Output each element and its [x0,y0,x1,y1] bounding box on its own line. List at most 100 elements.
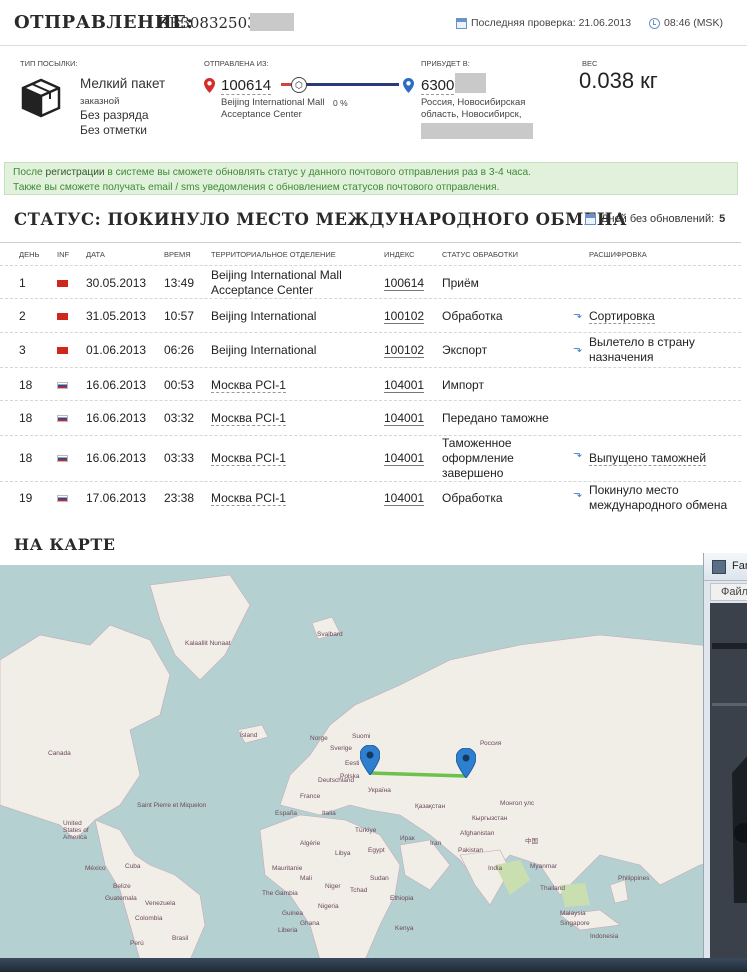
russia-flag-icon [57,415,68,422]
cell-status: Передано таможне [442,411,549,425]
cell-index-link[interactable]: 104001 [384,491,425,506]
menu-file[interactable]: Файл [710,583,747,601]
map-label: Thailand [540,885,565,892]
map-label: Tchad [350,887,368,894]
notice-pre: После [13,167,46,178]
map-label: Кыргызстан [472,815,508,822]
status-title: СТАТУС: ПОКИНУЛО МЕСТО МЕЖДУНАРОДНОГО ОБ… [14,210,627,229]
map-label: 中国 [525,838,538,845]
notice-post: в системе вы сможете обновлять статус у … [104,167,532,178]
table-row: 18 16.06.2013 03:33 Москва PCI-1 104001 … [0,435,741,481]
map-label: Malaysia [560,910,586,917]
tracking-table: ДЕНЬ INF ДАТА ВРЕМЯ ТЕРРИТОРИАЛЬНОЕ ОТДЕ… [0,242,741,512]
russia-flag-icon [57,382,68,389]
cell-day: 3 [19,343,26,357]
destination-map-marker-icon[interactable] [456,748,476,778]
cell-index-link[interactable]: 104001 [384,378,425,393]
cell-time: 03:33 [164,451,195,465]
registration-notice: После регистрации в системе вы сможете о… [4,162,738,195]
cell-time: 06:26 [164,343,195,357]
decode-arrow-icon: ⬎ [573,343,583,355]
origin-map-marker-icon[interactable] [360,745,380,775]
map-label: Niger [325,883,341,890]
cell-index-link[interactable]: 100102 [384,343,425,358]
cell-decode: Вылетело в страну назначения [589,335,695,364]
package-subtype: заказной [80,96,120,107]
map-label: The Gambia [262,890,298,897]
decode-arrow-icon: ⬎ [573,309,583,321]
cell-decode: Сортировка [589,309,655,324]
window-content-graphic [710,603,747,958]
cell-status: Обработка [442,491,503,505]
map-label: Algérie [300,840,321,847]
table-row: 18 16.06.2013 03:32 Москва PCI-1 104001 … [0,400,741,435]
map-label: España [275,810,298,817]
cell-index-link[interactable]: 100614 [384,276,425,291]
from-index-link[interactable]: 100614 [221,77,272,95]
map-label: Singapore [560,920,590,927]
map-label: Cuba [125,863,141,870]
map-label: India [488,865,503,872]
cell-index-link[interactable]: 104001 [384,411,425,426]
map-label: Iran [430,840,442,847]
col-header-index: ИНДЕКС [384,250,415,259]
cell-office: Москва PCI-1 [211,378,286,393]
cell-date: 16.06.2013 [86,378,147,392]
cell-office: Beijing International [211,343,317,357]
notice-line2: Также вы сможете получать email / sms ув… [13,181,500,193]
map-label: Libya [335,850,351,857]
col-header-decode: РАСШИФРОВКА [589,250,647,259]
cell-decode: Выпущено таможней [589,451,707,466]
clock-icon [649,17,660,29]
map-label: Eesti [345,760,360,767]
route-map[interactable]: Kalaallit Nunaat Svalbard Ísland Canada … [0,565,747,960]
map-label: United States of America [63,820,89,841]
map-label: Myanmar [530,863,558,870]
package-icon [21,78,61,118]
col-header-date: ДАТА [86,250,105,259]
last-check-info: Последняя проверка: 21.06.2013 [456,17,631,29]
china-flag-icon [57,280,68,287]
table-row: 19 17.06.2013 23:38 Москва PCI-1 104001 … [0,481,741,513]
cell-status: Экспорт [442,343,488,357]
window-title: Far [732,560,747,572]
days-value: 5 [719,213,726,225]
cell-index-link[interactable]: 100102 [384,309,425,324]
weight-label: ВЕС [582,59,598,68]
map-label: Perú [130,940,144,947]
to-index-link[interactable]: 6300 [421,77,455,95]
cell-day: 1 [19,276,26,290]
decode-arrow-icon: ⬎ [573,488,583,500]
last-check-text: Последняя проверка: 21.06.2013 [471,17,632,29]
cell-status: Приём [442,276,479,290]
map-label: Philippines [618,875,650,882]
map-label: Saint Pierre et Miquelon [137,802,207,809]
map-label: Guinea [282,910,303,917]
map-label: Guatemala [105,895,137,902]
map-label: México [85,865,106,872]
map-label: Sudan [370,875,389,882]
cell-day: 2 [19,309,26,323]
overlay-window[interactable]: Far Файл [703,553,747,958]
map-label: Brasil [172,935,189,942]
map-label: Sverige [330,745,353,752]
map-label: Ísland [240,732,258,739]
window-content [710,603,747,958]
registration-link[interactable]: регистрации [46,167,105,178]
cell-date: 16.06.2013 [86,451,147,465]
map-label: Suomi [352,733,371,740]
russia-flag-icon [57,455,68,462]
cell-office: Москва PCI-1 [211,411,286,426]
map-label: Liberia [278,927,298,934]
cell-office: Beijing International [211,309,317,323]
cell-index-link[interactable]: 104001 [384,451,425,466]
decode-arrow-icon: ⬎ [573,448,583,460]
window-title-bar[interactable]: Far [704,553,747,581]
to-label: ПРИБУДЕТ В: [421,59,470,68]
map-label: Pakistan [458,847,483,854]
map-label: Italia [322,810,336,817]
redacted-tracking-suffix [250,13,294,31]
table-row: 2 31.05.2013 10:57 Beijing International… [0,298,741,332]
type-label: ТИП ПОСЫЛКИ: [20,59,78,68]
cell-decode: Покинуло место международного обмена [589,483,728,512]
